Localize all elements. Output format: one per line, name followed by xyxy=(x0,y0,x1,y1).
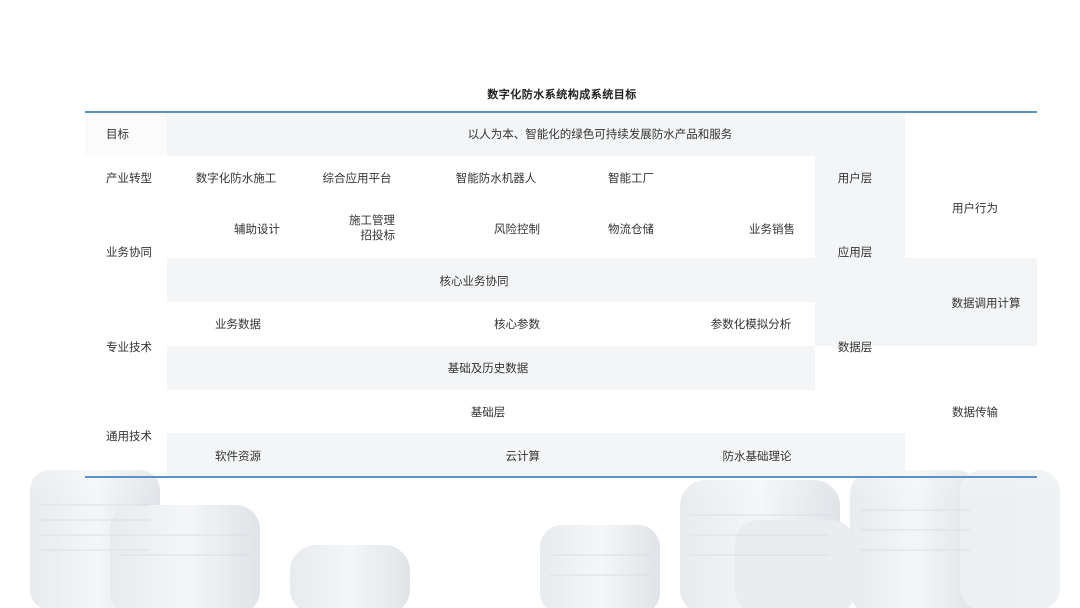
business-stack-line: 施工管理 xyxy=(349,213,395,227)
general-item: 云计算 xyxy=(505,449,541,463)
transform-item: 数字化防水施工 xyxy=(195,171,277,185)
core-business: 核心业务协同 xyxy=(439,274,509,288)
transform-item: 综合应用平台 xyxy=(322,171,392,185)
row-label-pro: 专业技术 xyxy=(106,340,152,354)
business-stack-line: 招投标 xyxy=(360,228,396,242)
transform-item: 智能工厂 xyxy=(608,171,654,185)
row-label-transform: 产业转型 xyxy=(106,171,152,185)
slide: 数字化防水系统构成系统目标 目标 以人为本、智能化的绿色可持续发展防水产品和服务… xyxy=(0,0,1080,608)
business-item: 辅助设计 xyxy=(234,222,280,236)
row-label-goal: 目标 xyxy=(106,127,129,141)
layer-data: 数据层 xyxy=(837,340,873,354)
business-item: 风险控制 xyxy=(494,222,540,236)
pro-base: 基础及历史数据 xyxy=(447,361,529,375)
slide-title: 数字化防水系统构成系统目标 xyxy=(487,88,637,101)
business-stack: 施工管理 招投标 xyxy=(345,213,395,243)
general-item: 软件资源 xyxy=(215,449,261,463)
table-bottom-rule xyxy=(85,476,1037,478)
pro-item: 参数化模拟分析 xyxy=(710,317,792,331)
row-label-general: 通用技术 xyxy=(106,429,152,443)
layer-user: 用户层 xyxy=(837,171,873,185)
pro-item: 业务数据 xyxy=(215,317,261,331)
general-base: 基础层 xyxy=(470,405,506,419)
right-data-call: 数据调用计算 xyxy=(951,296,1021,310)
right-data-transfer: 数据传输 xyxy=(952,405,998,419)
right-user-behavior: 用户行为 xyxy=(952,201,998,215)
row-label-business: 业务协同 xyxy=(106,245,152,259)
business-item: 物流仓储 xyxy=(608,222,654,236)
goal-text: 以人为本、智能化的绿色可持续发展防水产品和服务 xyxy=(467,127,733,141)
transform-item: 智能防水机器人 xyxy=(455,171,537,185)
business-item: 业务销售 xyxy=(749,222,795,236)
pro-item: 核心参数 xyxy=(494,317,540,331)
general-item: 防水基础理论 xyxy=(722,449,792,463)
layer-application: 应用层 xyxy=(837,245,873,259)
